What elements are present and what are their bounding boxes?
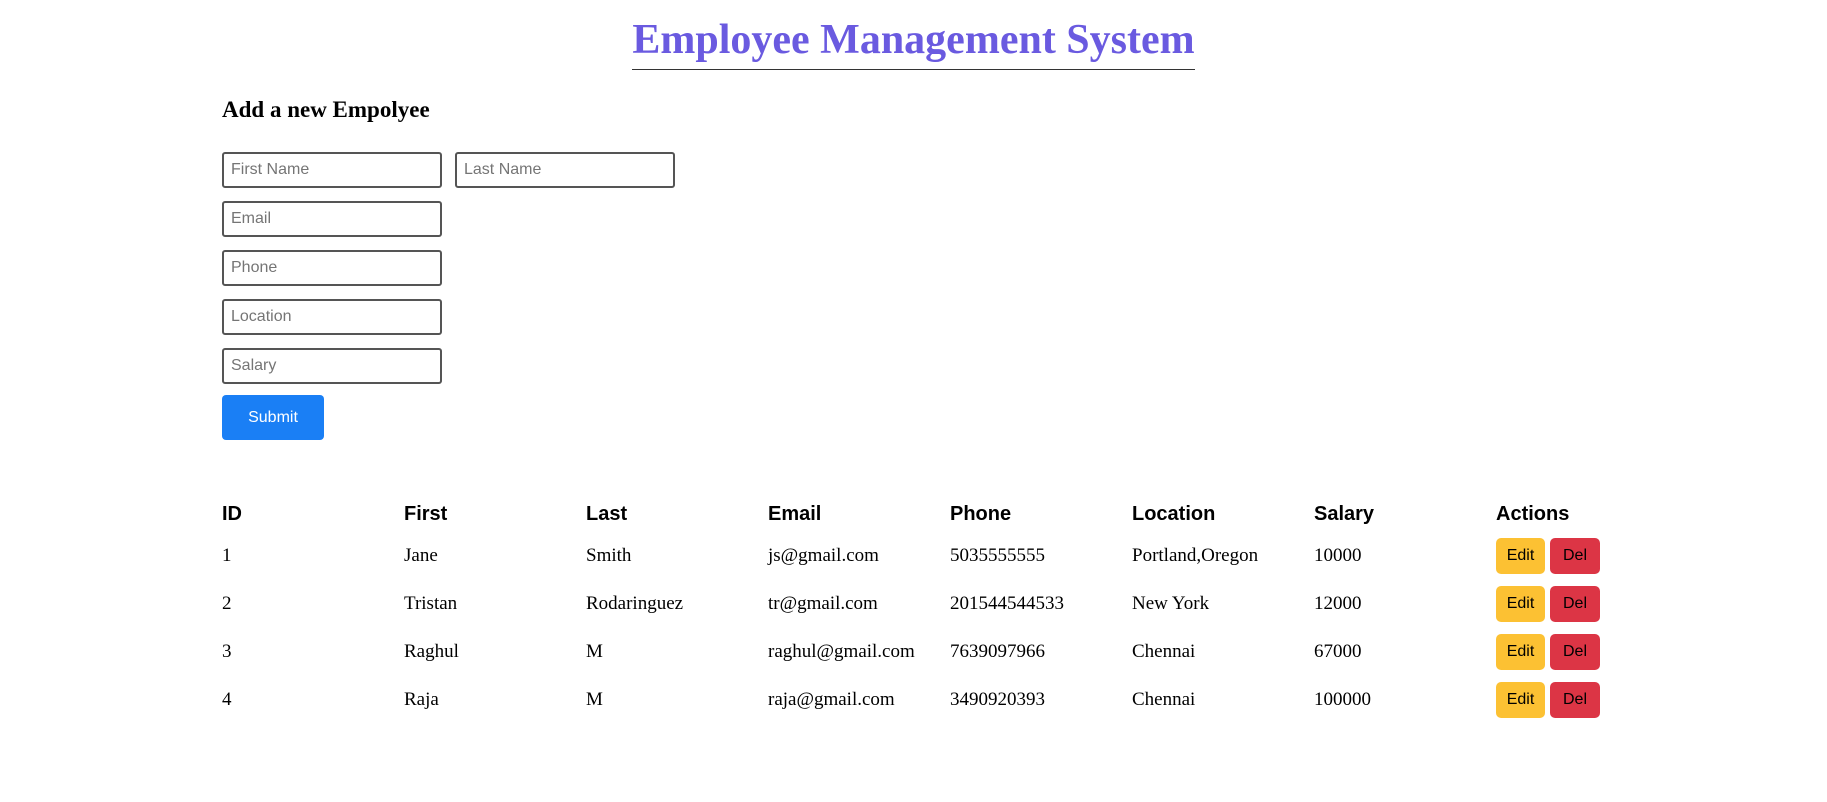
cell-first: Tristan bbox=[404, 593, 458, 614]
delete-button[interactable]: Del bbox=[1550, 682, 1600, 718]
cell-email: tr@gmail.com bbox=[768, 593, 878, 614]
column-header-last: Last bbox=[586, 502, 628, 525]
cell-id: 4 bbox=[222, 689, 232, 710]
page-header: Employee Management System bbox=[0, 15, 1827, 71]
cell-phone: 5035555555 bbox=[950, 545, 1045, 566]
delete-button[interactable]: Del bbox=[1550, 634, 1600, 670]
cell-last: Rodaringuez bbox=[586, 593, 684, 614]
cell-id: 1 bbox=[222, 545, 232, 566]
cell-location: New York bbox=[1132, 593, 1210, 614]
page: Employee Management System Add a new Emp… bbox=[0, 0, 1827, 802]
cell-actions: Edit Del bbox=[1496, 532, 1678, 580]
cell-location: Portland,Oregon bbox=[1132, 545, 1259, 566]
column-header-email: Email bbox=[768, 502, 822, 525]
column-header-first: First bbox=[404, 502, 448, 525]
cell-phone: 3490920393 bbox=[950, 689, 1045, 710]
cell-actions: Edit Del bbox=[1496, 580, 1678, 628]
edit-button[interactable]: Edit bbox=[1496, 586, 1545, 622]
column-header-salary: Salary bbox=[1314, 502, 1375, 525]
cell-location: Chennai bbox=[1132, 641, 1196, 662]
cell-salary: 12000 bbox=[1314, 593, 1362, 614]
cell-last: M bbox=[586, 689, 603, 710]
edit-button[interactable]: Edit bbox=[1496, 538, 1545, 574]
last-name-input[interactable] bbox=[455, 152, 675, 188]
form-heading: Add a new Empolyee bbox=[222, 97, 430, 122]
column-header-id: ID bbox=[222, 502, 242, 525]
table-header-row: ID First Last Email Phone Location Salar… bbox=[222, 496, 1678, 532]
column-header-location: Location bbox=[1132, 502, 1216, 525]
first-name-input[interactable] bbox=[222, 152, 442, 188]
cell-salary: 100000 bbox=[1314, 689, 1371, 710]
cell-first: Raghul bbox=[404, 641, 459, 662]
cell-first: Jane bbox=[404, 545, 438, 566]
cell-first: Raja bbox=[404, 689, 439, 710]
cell-location: Chennai bbox=[1132, 689, 1196, 710]
cell-actions: Edit Del bbox=[1496, 628, 1678, 676]
delete-button[interactable]: Del bbox=[1550, 586, 1600, 622]
table-row: 2 Tristan Rodaringuez tr@gmail.com 20154… bbox=[222, 580, 1678, 628]
salary-input[interactable] bbox=[222, 348, 442, 384]
edit-button[interactable]: Edit bbox=[1496, 682, 1545, 718]
phone-input[interactable] bbox=[222, 250, 442, 286]
column-header-actions: Actions bbox=[1496, 502, 1570, 525]
table-row: 1 Jane Smith js@gmail.com 5035555555 Por… bbox=[222, 532, 1678, 580]
delete-button[interactable]: Del bbox=[1550, 538, 1600, 574]
cell-salary: 10000 bbox=[1314, 545, 1362, 566]
cell-last: Smith bbox=[586, 545, 632, 566]
column-header-phone: Phone bbox=[950, 502, 1012, 525]
submit-button[interactable]: Submit bbox=[222, 395, 324, 440]
cell-phone: 7639097966 bbox=[950, 641, 1045, 662]
cell-email: raghul@gmail.com bbox=[768, 641, 915, 662]
cell-phone: 201544544533 bbox=[950, 593, 1064, 614]
employee-table: ID First Last Email Phone Location Salar… bbox=[222, 496, 1678, 724]
cell-email: js@gmail.com bbox=[768, 545, 879, 566]
cell-id: 2 bbox=[222, 593, 232, 614]
table-row: 4 Raja M raja@gmail.com 3490920393 Chenn… bbox=[222, 676, 1678, 724]
page-title: Employee Management System bbox=[632, 15, 1195, 71]
cell-email: raja@gmail.com bbox=[768, 689, 895, 710]
table-row: 3 Raghul M raghul@gmail.com 7639097966 C… bbox=[222, 628, 1678, 676]
email-input[interactable] bbox=[222, 201, 442, 237]
cell-actions: Edit Del bbox=[1496, 676, 1678, 724]
location-input[interactable] bbox=[222, 299, 442, 335]
edit-button[interactable]: Edit bbox=[1496, 634, 1545, 670]
cell-id: 3 bbox=[222, 641, 232, 662]
cell-last: M bbox=[586, 641, 603, 662]
cell-salary: 67000 bbox=[1314, 641, 1362, 662]
